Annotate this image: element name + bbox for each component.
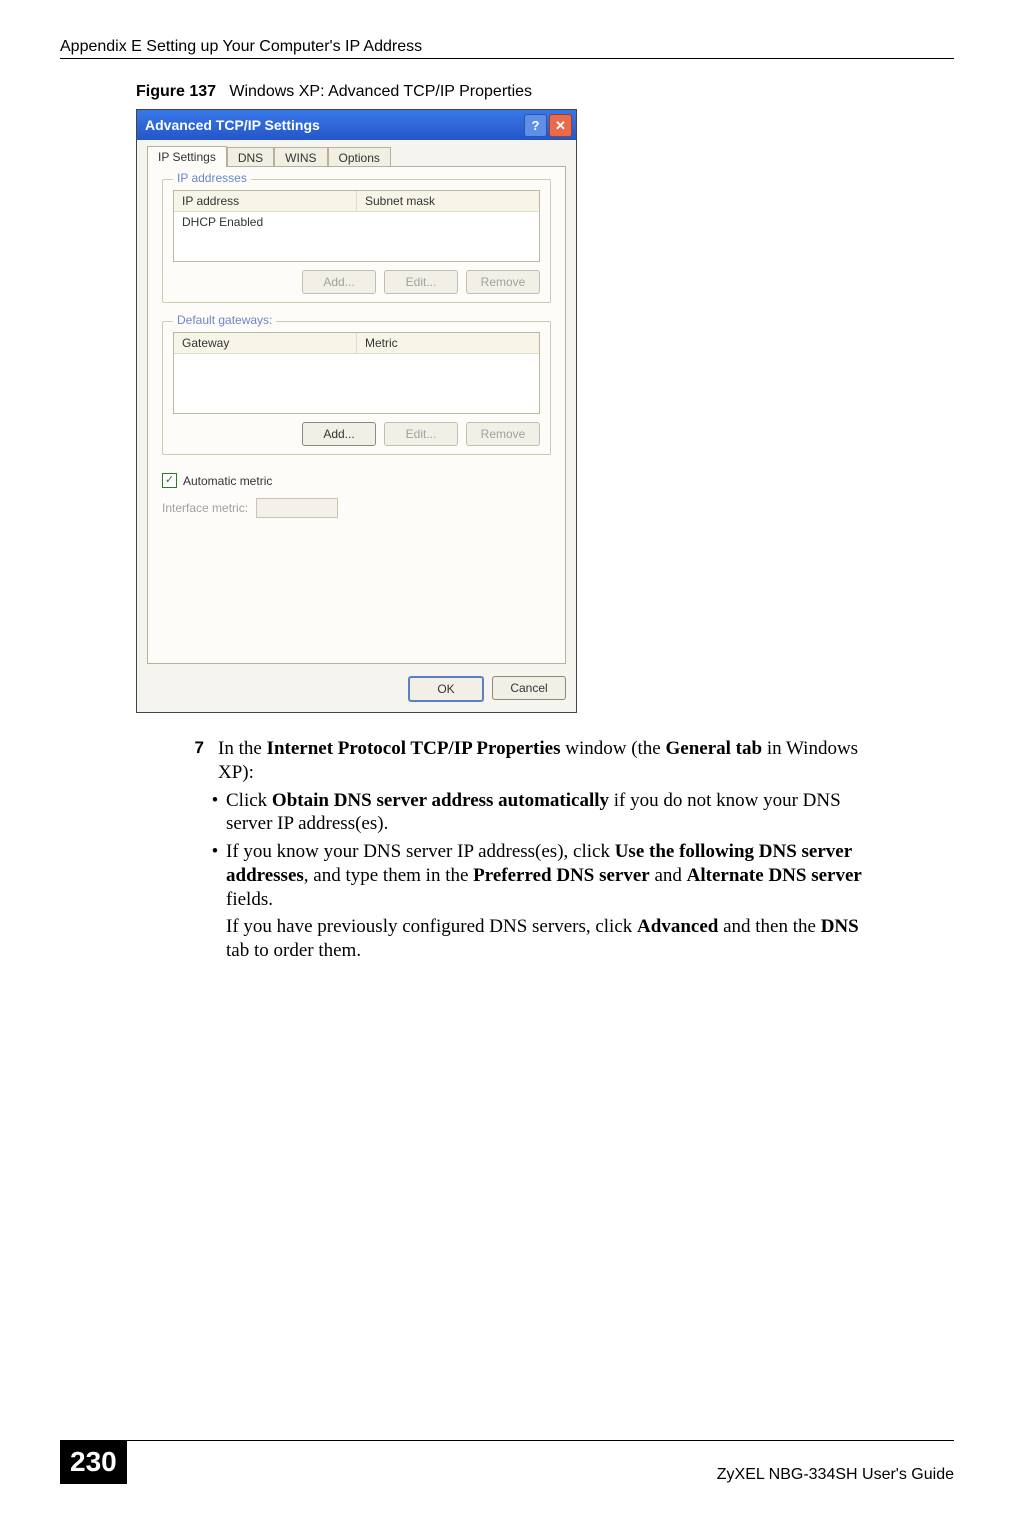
automatic-metric-row: ✓ Automatic metric xyxy=(162,473,551,488)
automatic-metric-label: Automatic metric xyxy=(183,474,272,488)
page-footer: 230 ZyXEL NBG-334SH User's Guide xyxy=(60,1440,954,1484)
ip-edit-button[interactable]: Edit... xyxy=(384,270,458,294)
gw-edit-button[interactable]: Edit... xyxy=(384,422,458,446)
ip-row-dhcp[interactable]: DHCP Enabled xyxy=(174,212,539,232)
footer-guide: ZyXEL NBG-334SH User's Guide xyxy=(717,1462,954,1484)
bullet-1: • Click Obtain DNS server address automa… xyxy=(204,789,880,837)
dialog-titlebar: Advanced TCP/IP Settings ? ✕ xyxy=(137,110,576,140)
bullet-icon: • xyxy=(204,840,226,963)
gateway-list[interactable]: Gateway Metric xyxy=(173,332,540,414)
gw-add-button[interactable]: Add... xyxy=(302,422,376,446)
ok-button[interactable]: OK xyxy=(408,676,484,702)
page-number: 230 xyxy=(60,1440,127,1484)
step-intro: In the Internet Protocol TCP/IP Properti… xyxy=(218,737,880,785)
automatic-metric-checkbox[interactable]: ✓ xyxy=(162,473,177,488)
tab-wins[interactable]: WINS xyxy=(274,147,327,168)
bullet-icon: • xyxy=(204,789,226,837)
header-left: Appendix E Setting up Your Computer's IP… xyxy=(60,38,422,56)
group-gw-title: Default gateways: xyxy=(173,313,276,327)
step-number: 7 xyxy=(168,737,218,785)
tab-options[interactable]: Options xyxy=(328,147,391,168)
interface-metric-label: Interface metric: xyxy=(162,501,248,515)
page-header: Appendix E Setting up Your Computer's IP… xyxy=(60,38,954,59)
ip-add-button[interactable]: Add... xyxy=(302,270,376,294)
figure-caption-text: Windows XP: Advanced TCP/IP Properties xyxy=(229,83,532,100)
interface-metric-input xyxy=(256,498,338,518)
help-icon[interactable]: ? xyxy=(524,114,547,137)
col-gateway: Gateway xyxy=(174,333,357,353)
group-default-gateways: Default gateways: Gateway Metric Add... … xyxy=(162,321,551,455)
tab-dns[interactable]: DNS xyxy=(227,147,274,168)
tab-strip: IP Settings DNS WINS Options xyxy=(147,146,566,167)
dialog-advanced-tcpip: Advanced TCP/IP Settings ? ✕ IP Settings… xyxy=(136,109,577,713)
figure-label: Figure 137 xyxy=(136,83,216,100)
tab-panel-ip-settings: IP addresses IP address Subnet mask DHCP… xyxy=(147,166,566,664)
group-ip-addresses: IP addresses IP address Subnet mask DHCP… xyxy=(162,179,551,303)
col-metric: Metric xyxy=(357,333,539,353)
ip-address-list[interactable]: IP address Subnet mask DHCP Enabled xyxy=(173,190,540,262)
instruction-block: 7 In the Internet Protocol TCP/IP Proper… xyxy=(168,737,880,963)
ip-remove-button[interactable]: Remove xyxy=(466,270,540,294)
cancel-button[interactable]: Cancel xyxy=(492,676,566,700)
figure-caption: Figure 137 Windows XP: Advanced TCP/IP P… xyxy=(136,83,954,101)
col-subnet-mask: Subnet mask xyxy=(357,191,539,211)
col-ip-address: IP address xyxy=(174,191,357,211)
dialog-title: Advanced TCP/IP Settings xyxy=(145,117,320,133)
bullet-2: • If you know your DNS server IP address… xyxy=(204,840,880,963)
tab-ip-settings[interactable]: IP Settings xyxy=(147,146,227,167)
group-ip-title: IP addresses xyxy=(173,171,251,185)
close-icon[interactable]: ✕ xyxy=(549,114,572,137)
gw-remove-button[interactable]: Remove xyxy=(466,422,540,446)
